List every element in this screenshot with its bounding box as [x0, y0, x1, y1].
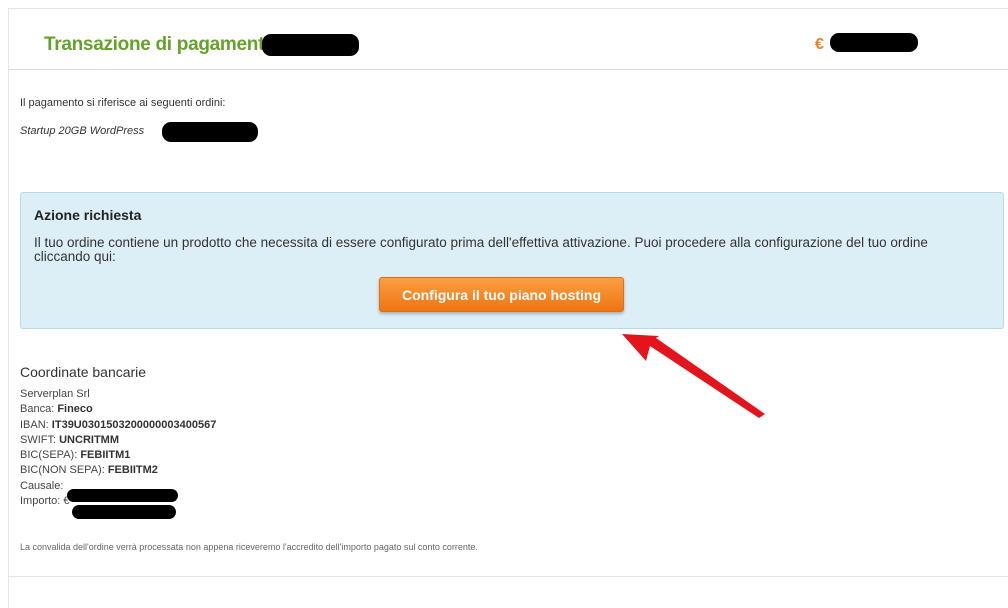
swift-row: SWIFT: UNCRITMM: [20, 433, 119, 446]
redacted-transaction-number: [262, 34, 359, 56]
redacted-amount: [830, 33, 918, 52]
alert-title: Azione richiesta: [34, 207, 142, 223]
validation-note: La convalida dell'ordine verrà processat…: [20, 542, 478, 552]
redacted-causale: [67, 489, 178, 502]
bottom-divider: [8, 576, 1008, 577]
bank-company: Serverplan Srl: [20, 388, 90, 400]
orders-intro: Il pagamento si riferisce ai seguenti or…: [20, 97, 226, 109]
page-title: Transazione di pagamento n.: [44, 34, 297, 55]
bank-details-title: Coordinate bancarie: [20, 364, 147, 380]
iban-row: IBAN: IT39U0301503200000003400567: [20, 418, 217, 431]
configure-hosting-button[interactable]: Configura il tuo piano hosting: [379, 277, 624, 312]
bic-nonsepa-row: BIC(NON SEPA): FEBIITM2: [20, 464, 158, 477]
bank-name-row: Banca: Fineco: [20, 403, 93, 416]
bic-sepa-row: BIC(SEPA): FEBIITM1: [20, 449, 131, 462]
alert-text: Il tuo ordine contiene un prodotto che n…: [34, 235, 928, 264]
redacted-order-ref: [162, 122, 258, 142]
order-item: Startup 20GB WordPress: [20, 125, 145, 137]
currency-symbol: €: [815, 36, 824, 53]
redacted-importo: [72, 505, 176, 519]
